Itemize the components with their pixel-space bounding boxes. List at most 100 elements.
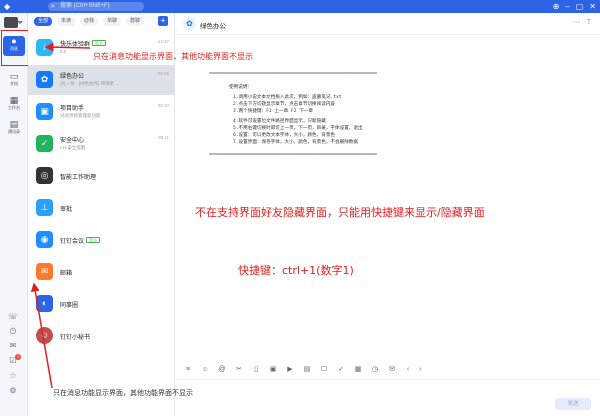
tab-group[interactable]: 群聊: [126, 17, 145, 26]
phone-icon[interactable]: ☏: [7, 312, 19, 322]
doc-line: 6.设置：可以更改文本字体，大小，颜色，背景色: [233, 133, 336, 138]
conv-tag: 官方: [92, 40, 107, 46]
annotation-top: 只在消息功能显示界面，其他功能界面不显示: [93, 52, 253, 61]
doc-line: 1.调用小说文本文档拖入此次，例如：盗墓笔记.txt: [233, 95, 342, 100]
more-icon[interactable]: ⋯: [573, 18, 580, 26]
left-rail: ● 消息 ▭ 文档 ▦ 工作台 ▤ 通讯录 ☏ ◷ ✉ ☑ 2 ☆ ⚙: [0, 13, 28, 416]
project-icon: ▣: [36, 103, 53, 120]
list-item[interactable]: ⊥ 审批: [28, 193, 175, 223]
doc-line: 7.设置界面：保存字体，大小，颜色，背景色，不会删除数据: [233, 140, 358, 145]
maximize-icon[interactable]: ▢: [576, 1, 584, 12]
conv-time: 08:25: [157, 71, 169, 76]
prev-icon[interactable]: ‹: [403, 364, 413, 376]
todo-badge: 2: [15, 354, 21, 360]
conv-name: 安全中心: [60, 138, 85, 144]
search-icon: ⌕: [51, 3, 55, 10]
chat-header: ✿ 绿色办公 ⋯ ⊤: [175, 13, 600, 35]
annotation-middle: 不在支持界面好友隐藏界面，只能用快捷键来显示/隐藏界面: [195, 206, 485, 219]
list-item[interactable]: ✿ 绿色办公 [有一份 · [绿色协作] 待审批 ... 08:25: [28, 65, 175, 95]
mail-icon[interactable]: ✉: [387, 364, 397, 376]
conv-name: 审批: [60, 207, 73, 213]
conversation-list: 全部 未读 @我 单聊 群聊 + ♪ 快乐体验群 官方 0.0 13:47 ✿ 绿…: [28, 13, 175, 416]
assistant-avatar: ☺: [36, 327, 53, 344]
file-icon[interactable]: ▯: [251, 364, 261, 376]
shield-icon: ✓: [36, 135, 53, 152]
rail-item-contacts[interactable]: ▤ 通讯录: [3, 119, 25, 139]
list-item[interactable]: ◐ 同事圈: [28, 289, 175, 319]
minimize-icon[interactable]: –: [565, 1, 569, 12]
app-window: ◆ ⌕ 搜索 (Ctrl+Shift+F) ⊕ – ▢ ✕ ● 消息 ▭ 文档 …: [0, 0, 600, 416]
calendar-icon[interactable]: ▦: [353, 364, 363, 376]
chat-title: 绿色办公: [200, 23, 226, 30]
image-icon[interactable]: ▣: [268, 364, 278, 376]
list-item[interactable]: ◎ 智能工作助理: [28, 161, 175, 191]
rail-item-label: 通讯录: [8, 129, 20, 134]
doc-line: 4.软件可设置位文件路径界面显示，只能隐藏: [233, 119, 326, 124]
conv-name: 同事圈: [60, 303, 79, 309]
search-input[interactable]: ⌕ 搜索 (Ctrl+Shift+F): [48, 2, 144, 11]
divider: [175, 379, 600, 380]
robot-icon: ◎: [36, 167, 53, 184]
rail-item-workbench[interactable]: ▦ 工作台: [3, 95, 25, 115]
doc-heading: 使用说明：: [229, 85, 252, 90]
mail-icon[interactable]: ✉: [7, 341, 19, 351]
conv-preview: LTL安全提醒: [60, 145, 86, 150]
chat-header-actions: ⋯ ⊤: [573, 18, 592, 26]
history-icon[interactable]: ◷: [370, 364, 380, 376]
format-icon[interactable]: ≡: [183, 364, 193, 376]
doc-line: 3.两个快捷键：F1 上一章 F2 下一章: [233, 109, 314, 114]
input-toolbar: ≡ ☺ @ ✂ ▯ ▣ ▶ ▤ ☐ ✓ ▦ ◷ ✉ ‹ ›: [175, 364, 600, 378]
tab-unread[interactable]: 未读: [57, 17, 76, 26]
annotation-bottom: 只在消息功能显示界面，其他功能界面不显示: [53, 389, 193, 397]
list-item[interactable]: ◉ 钉钉会议 官方: [28, 225, 175, 255]
conv-time: 08:11: [158, 135, 169, 140]
settings-icon[interactable]: ⚙: [7, 386, 19, 396]
star-icon[interactable]: ☆: [7, 371, 19, 381]
conv-name: 邮箱: [60, 271, 73, 277]
list-item[interactable]: ▣ 项目助手 试试项目管理新功能 08:10: [28, 97, 175, 127]
moments-icon: ◐: [36, 295, 53, 312]
add-icon[interactable]: ⊕: [553, 1, 560, 12]
pin-icon[interactable]: ⊤: [586, 18, 592, 26]
workbench-icon: ▦: [9, 95, 19, 105]
office-icon[interactable]: ✿: [183, 17, 196, 30]
divider: ========================================…: [209, 152, 377, 157]
rail-item-documents[interactable]: ▭ 文档: [3, 71, 25, 91]
send-button[interactable]: 发送: [555, 398, 591, 410]
video-icon[interactable]: ▶: [285, 364, 295, 376]
group-icon: ♪: [36, 39, 53, 56]
tab-direct[interactable]: 单聊: [103, 17, 122, 26]
avatar[interactable]: [4, 17, 23, 28]
doc-icon[interactable]: ▤: [302, 364, 312, 376]
next-icon[interactable]: ›: [415, 364, 425, 376]
list-item[interactable]: ☺ 钉钉小秘书: [28, 321, 175, 351]
calendar-icon[interactable]: ◷: [7, 326, 19, 336]
tab-mention[interactable]: @我: [80, 17, 99, 26]
check-icon[interactable]: ✓: [336, 364, 346, 376]
conv-preview: [有一份 · [绿色协作] 待审批 ...: [60, 81, 120, 86]
conv-name: 快乐体验群 官方: [60, 39, 107, 48]
conv-name: 钉钉小秘书: [60, 335, 91, 341]
cut-icon[interactable]: ✂: [234, 364, 244, 376]
at-icon[interactable]: @: [217, 364, 227, 376]
conv-time: 08:10: [157, 103, 169, 108]
todo-icon[interactable]: ☐: [319, 364, 329, 376]
divider: ========================================…: [209, 71, 377, 76]
contacts-icon: ▤: [9, 119, 19, 129]
conv-tag: 官方: [86, 237, 101, 243]
list-item[interactable]: ✉ 邮箱: [28, 257, 175, 287]
emoji-icon[interactable]: ☺: [200, 364, 210, 376]
conv-name: 绿色办公: [60, 74, 85, 80]
list-item[interactable]: ✓ 安全中心 LTL安全提醒 08:11: [28, 129, 175, 159]
doc-line: 5.不用右键切换时即可上一页，下一页，目录，字体设置，退出: [233, 126, 363, 131]
window-controls: ⊕ – ▢ ✕: [553, 1, 596, 12]
tab-all[interactable]: 全部: [34, 17, 53, 26]
conv-preview: 试试项目管理新功能: [60, 113, 101, 118]
meeting-icon: ◉: [36, 231, 53, 248]
close-icon[interactable]: ✕: [589, 1, 596, 12]
todo-icon[interactable]: ☑ 2: [7, 354, 21, 366]
dingtalk-logo-icon[interactable]: ◆: [4, 2, 14, 11]
add-icon[interactable]: +: [158, 16, 168, 26]
conv-name: 项目助手: [60, 106, 85, 112]
rail-item-label: 文档: [10, 81, 18, 86]
